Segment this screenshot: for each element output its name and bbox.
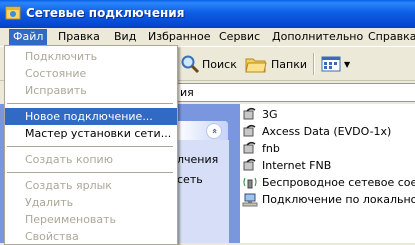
dialup-icon [242,157,258,173]
list-item[interactable]: Internet FNB [242,157,331,173]
menu-file[interactable]: Файл [9,29,48,45]
menu-item-connect[interactable]: Подключить [5,48,177,65]
search-label: Поиск [202,57,237,71]
menu-item-create-shortcut[interactable]: Создать ярлык [5,177,177,194]
list-item[interactable]: fnb [242,140,280,156]
wireless-icon [242,174,258,190]
folders-label: Папки [271,57,307,71]
folder-icon [245,58,267,73]
menu-item-repair[interactable]: Исправить [5,82,177,99]
task-group-body: лчения сеть [176,140,229,243]
menu-item-status[interactable]: Состояние [5,65,177,82]
search-icon [181,55,200,74]
folders-button[interactable]: Папки [245,52,307,76]
task-group-header[interactable]: « [176,121,228,140]
connection-name: fnb [262,141,280,155]
menu-item-network-setup-wizard[interactable]: Мастер установки сети... [5,125,177,142]
menu-favorites[interactable]: Избранное [144,29,214,45]
menu-separator [7,146,173,147]
menu-item-rename[interactable]: Переименовать [5,211,177,228]
window-title: Сетевые подключения [26,6,185,20]
connection-name: 3G [262,107,278,121]
task-link-connections[interactable]: лчения [177,153,218,166]
connection-name: Беспроводное сетевое соедин [262,175,415,189]
menu-item-new-connection[interactable]: Новое подключение... [5,108,177,125]
menu-separator [7,172,173,173]
network-connections-icon [5,6,21,20]
connection-name: Internet FNB [262,158,332,172]
chevron-down-icon: ▼ [344,59,351,69]
menu-item-properties[interactable]: Свойства [5,228,177,244]
list-item[interactable]: Беспроводное сетевое соедин [242,174,415,190]
menu-view[interactable]: Вид [110,29,140,45]
dialup-icon [242,106,258,122]
list-item[interactable]: Axcess Data (EVDO-1x) [242,123,391,139]
menu-help[interactable]: Справка [364,29,415,45]
connection-name: Подключение по локальной се [262,192,415,206]
list-item[interactable]: Подключение по локальной се [242,191,415,207]
toolbar-separator [313,53,314,75]
list-item[interactable]: 3G [242,106,278,122]
dialup-icon [242,140,258,156]
lan-icon [242,191,258,207]
menu-separator [7,103,173,104]
collapse-icon[interactable]: « [206,123,222,139]
search-button[interactable]: Поиск [180,52,237,76]
menu-tools[interactable]: Сервис [215,29,264,45]
menu-item-create-copy[interactable]: Создать копию [5,151,177,168]
connections-list: 3G Axcess Data (EVDO-1x) fnb Internet FN… [240,104,415,243]
menu-advanced[interactable]: Дополнительно [268,29,367,45]
menu-edit[interactable]: Правка [54,29,104,45]
dialup-icon [242,123,258,139]
title-bar: Сетевые подключения [0,0,415,28]
views-button[interactable]: ▼ [320,52,350,76]
file-menu-dropdown: Подключить Состояние Исправить Новое под… [4,45,178,245]
address-field[interactable]: ия [175,83,415,102]
connection-name: Axcess Data (EVDO-1x) [262,124,392,138]
menu-item-delete[interactable]: Удалить [5,194,177,211]
views-icon [321,56,341,72]
task-link-network[interactable]: сеть [177,173,203,186]
